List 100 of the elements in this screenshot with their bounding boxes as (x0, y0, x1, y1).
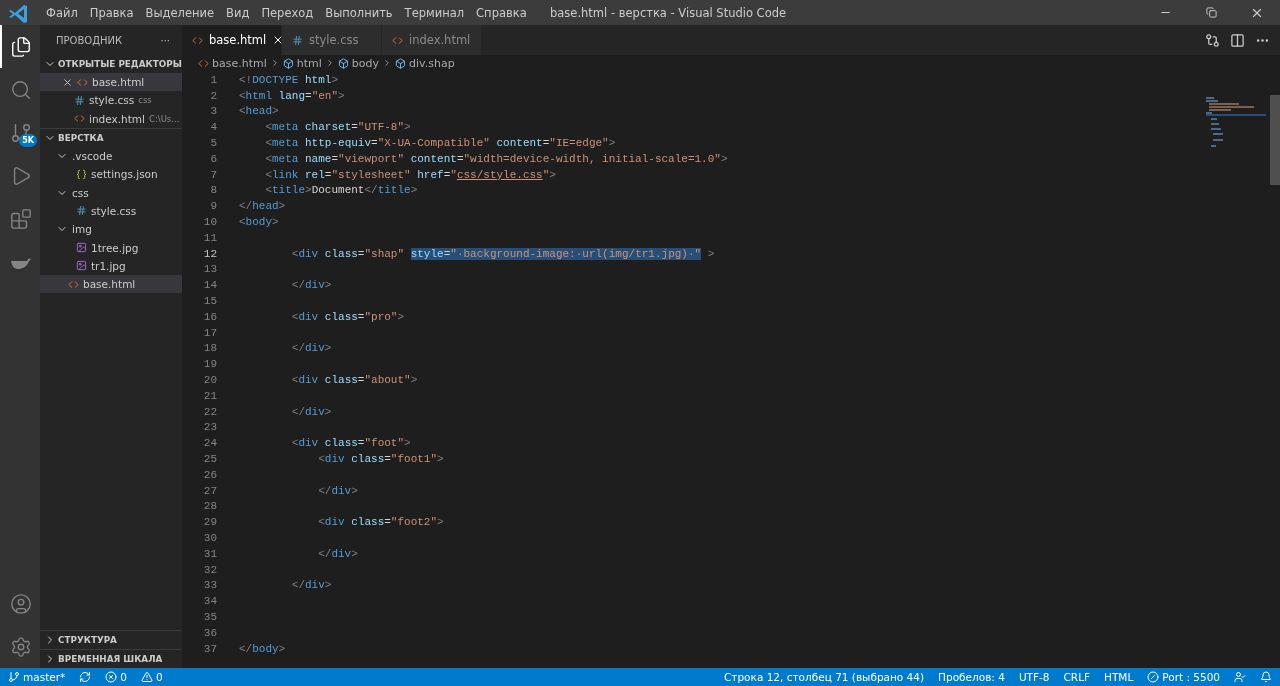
status-item[interactable]: Строка 12, столбец 71 (выбрано 44) (724, 671, 925, 683)
status-item[interactable] (1260, 671, 1272, 683)
files-icon[interactable] (10, 35, 32, 58)
code-line: <div class="foot"> (290, 437, 411, 450)
tree-item[interactable]: base.html (40, 274, 182, 294)
close-icon[interactable] (62, 76, 73, 88)
settings-icon[interactable] (10, 635, 32, 658)
image-icon (76, 260, 87, 272)
error-icon (105, 671, 118, 683)
compare-icon[interactable] (1205, 32, 1220, 48)
open-editor-item[interactable]: index.html C:\Us... (40, 109, 182, 128)
tree-item[interactable]: settings.json (40, 165, 182, 184)
breadcrumb[interactable]: base.html (198, 56, 267, 70)
code-line: </div> (290, 405, 332, 418)
code-line: </head> (239, 200, 286, 213)
menu-item[interactable]: Выполнить (319, 5, 399, 20)
code-line: <div class="pro"> (290, 310, 405, 323)
search-icon[interactable] (10, 78, 32, 101)
line-number: 36 (202, 626, 217, 639)
menu-item[interactable]: Справка (470, 5, 533, 20)
code-line: <div class="about"> (290, 374, 418, 387)
editor-tab[interactable]: style.css (282, 25, 382, 55)
line-number: 10 (202, 216, 217, 229)
bell-icon (1260, 671, 1272, 683)
extensions-icon[interactable] (10, 207, 32, 230)
code-line: <meta name="viewport" content="width=device-width, initial-scale=1.0"> (264, 152, 728, 165)
code-line: <link rel="stylesheet" href="css/style.css"> (264, 168, 556, 181)
breadcrumb[interactable]: body (337, 56, 380, 70)
cube-icon (337, 57, 349, 69)
status-item[interactable]: 0 (140, 671, 163, 683)
open-editor-item[interactable]: style.css css (40, 91, 182, 110)
braces-icon (76, 168, 87, 180)
line-number: 32 (202, 563, 217, 576)
code-line: <div class="foot2"> (317, 516, 444, 529)
line-number: 37 (202, 642, 217, 655)
tree-item[interactable]: tr1.jpg (40, 256, 182, 275)
line-number: 19 (202, 358, 217, 371)
status-item[interactable]: HTML (1104, 671, 1134, 683)
warning-icon (140, 671, 153, 683)
section-header[interactable]: ОТКРЫТЫЕ РЕДАКТОРЫ (40, 55, 182, 73)
status-item[interactable]: Пробелов: 4 (938, 671, 1005, 683)
code-line: </body> (239, 642, 286, 655)
status-item[interactable]: master* (8, 671, 66, 683)
line-number: 29 (202, 516, 217, 529)
tree-item[interactable]: .vscode (40, 146, 182, 166)
sidebar-title: ПРОВОДНИК (56, 34, 123, 46)
restore-icon[interactable] (1205, 7, 1217, 18)
menu-item[interactable]: Вид (220, 5, 256, 20)
code-line: <div class="shap" style="·background-image:·url(img/tr1.jpg)·" > (290, 247, 715, 260)
menu-item[interactable]: Файл (40, 5, 84, 20)
code-line: </div> (290, 579, 332, 592)
hash-icon (76, 205, 87, 217)
line-number: 11 (202, 231, 217, 244)
editor-tab[interactable]: index.html (382, 25, 482, 55)
tree-item[interactable]: css (40, 183, 182, 202)
line-number: 5 (209, 137, 217, 150)
breadcrumb[interactable]: html (282, 56, 322, 70)
more-button[interactable]: ··· (160, 34, 170, 46)
tree-item[interactable]: style.css (40, 201, 182, 221)
line-number: 34 (202, 595, 217, 608)
menu-item[interactable]: Терминал (398, 5, 471, 20)
line-number: 25 (202, 453, 217, 465)
status-item[interactable]: CRLF (1063, 671, 1091, 683)
line-number: 14 (202, 279, 217, 292)
line-number: 33 (202, 579, 217, 592)
line-number: 22 (202, 405, 217, 418)
code-line: </div> (317, 547, 358, 560)
code-icon (198, 57, 209, 69)
line-number: 27 (202, 484, 217, 497)
line-number: 3 (209, 105, 217, 118)
split-editor-icon[interactable] (1230, 32, 1245, 48)
editor-tab[interactable]: base.html (182, 25, 282, 55)
line-number: 7 (209, 168, 217, 181)
status-item[interactable]: UTF-8 (1018, 671, 1050, 683)
cube-icon (395, 57, 407, 69)
section-header[interactable]: СТРУКТУРА (40, 630, 182, 649)
menu-item[interactable]: Правка (83, 5, 140, 20)
line-number: 18 (202, 342, 217, 355)
code-icon (192, 34, 203, 46)
image-icon (76, 242, 87, 253)
line-number: 9 (209, 200, 217, 213)
account-icon[interactable] (10, 592, 32, 615)
menu-item[interactable]: Переход (255, 5, 320, 20)
status-item[interactable]: Port : 5500 (1147, 671, 1220, 683)
open-editor-item[interactable]: base.html (40, 73, 182, 92)
menu-item[interactable]: Выделение (139, 5, 221, 20)
tree-item[interactable]: 1tree.jpg (40, 238, 182, 257)
code-icon (77, 76, 88, 88)
line-number: 4 (209, 121, 217, 134)
breadcrumb[interactable]: div.shap (395, 56, 455, 70)
tree-item[interactable]: img (40, 220, 182, 239)
status-item[interactable] (1234, 671, 1246, 683)
activity-button[interactable]: 5K (0, 111, 40, 154)
section-header[interactable]: ВЕРСТКА (40, 127, 182, 147)
code-icon (74, 113, 85, 125)
line-number: 16 (202, 310, 217, 323)
feedback-icon (1234, 671, 1246, 683)
status-item[interactable]: 0 (105, 671, 127, 683)
code-line: <!DOCTYPE html> (239, 73, 339, 86)
status-item[interactable] (79, 671, 92, 683)
